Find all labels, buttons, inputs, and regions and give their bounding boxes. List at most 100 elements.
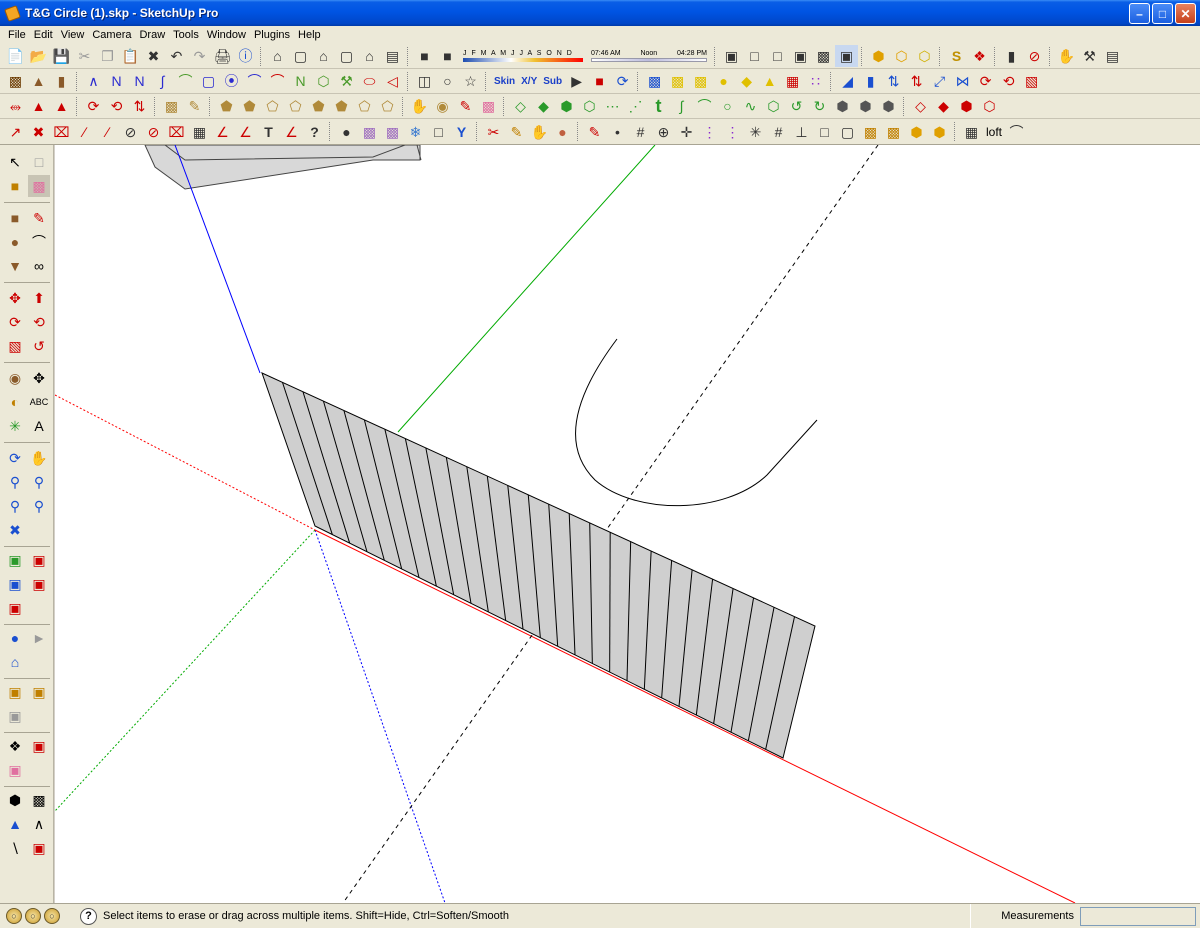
user-icon[interactable]: ○ — [44, 908, 60, 924]
ellipse-red-icon[interactable]: ⬭ — [358, 70, 381, 92]
grid-x-icon[interactable]: ⌧ — [165, 121, 188, 143]
menu-draw[interactable]: Draw — [135, 29, 169, 41]
google-earth-icon[interactable]: ● — [4, 627, 26, 649]
blocks-icon[interactable]: ▩ — [358, 121, 381, 143]
toggle-terrain-icon[interactable]: ▣ — [4, 573, 26, 595]
rotate-icon[interactable]: ⟳ — [4, 311, 26, 333]
dynamic-component-icon[interactable]: ▣ — [4, 681, 26, 703]
rotate-red-2-icon[interactable]: ⟲ — [997, 70, 1020, 92]
shape-icon[interactable]: ◢ — [836, 70, 859, 92]
section-plane-icon[interactable]: ▣ — [28, 735, 50, 757]
wrench-icon[interactable]: ⚒ — [335, 70, 358, 92]
circle-bar-icon[interactable]: ○ — [436, 70, 459, 92]
next-view-icon[interactable]: ⚲ — [28, 495, 50, 517]
add-location-icon[interactable]: ▣ — [4, 549, 26, 571]
geo-location-icon[interactable]: ○ — [6, 908, 22, 924]
warehouse-icon[interactable]: ⌂ — [4, 651, 26, 673]
cube-gray-2-icon[interactable]: ⬢ — [854, 95, 877, 117]
paint-tool-icon[interactable]: ✎ — [454, 95, 477, 117]
arc-icon[interactable]: ⌒ — [28, 231, 50, 253]
circle-green-icon[interactable]: ○ — [716, 95, 739, 117]
box-x-tool-icon[interactable]: ⌧ — [50, 121, 73, 143]
diamond-red-icon[interactable]: ◇ — [909, 95, 932, 117]
asterisk-icon[interactable]: ✳ — [744, 121, 767, 143]
diamond-red-2-icon[interactable]: ◆ — [932, 95, 955, 117]
film-icon[interactable]: ▩ — [643, 70, 666, 92]
shadow-settings-icon[interactable]: ■ — [413, 45, 436, 67]
snowflake-icon[interactable]: ❄ — [404, 121, 427, 143]
stop-icon[interactable]: ■ — [588, 70, 611, 92]
y-tool-icon[interactable]: Y — [450, 121, 473, 143]
cube-gray-icon[interactable]: ⬢ — [831, 95, 854, 117]
box-orange-icon[interactable]: ▩ — [859, 121, 882, 143]
skin-tool-label[interactable]: Skin — [491, 76, 518, 87]
s-arrow-green-icon[interactable]: ↺ — [785, 95, 808, 117]
bowtie-icon[interactable]: ⋈ — [951, 70, 974, 92]
diamond-green-2-icon[interactable]: ◆ — [532, 95, 555, 117]
position-camera-icon[interactable]: ► — [28, 627, 50, 649]
dot-icon[interactable]: • — [606, 121, 629, 143]
cubes-red-icon[interactable]: ⬡ — [978, 95, 1001, 117]
wave-green-icon[interactable]: ∿ — [739, 95, 762, 117]
curve-green-icon[interactable]: N — [289, 70, 312, 92]
plus-line-icon[interactable]: ⊕ — [652, 121, 675, 143]
zoom-extents-icon[interactable]: ✖ — [4, 519, 26, 541]
grid-small-icon[interactable]: ▦ — [960, 121, 983, 143]
book-icon[interactable]: ▩ — [4, 70, 27, 92]
loft-tool-label[interactable]: loft — [983, 125, 1005, 139]
z-axis-tool-icon[interactable]: ↗ — [4, 121, 27, 143]
top-view-icon[interactable]: ▢ — [289, 45, 312, 67]
component-box-partial[interactable] — [144, 145, 422, 190]
pencil-pink-icon[interactable]: ✎ — [583, 121, 606, 143]
hand-tool-icon[interactable]: ✋ — [408, 95, 431, 117]
model-info-icon[interactable]: ⓘ — [234, 45, 257, 67]
rotate-tool-2-icon[interactable]: ⟲ — [105, 95, 128, 117]
iso-view-icon[interactable]: ⌂ — [266, 45, 289, 67]
dimension-plugin-icon[interactable]: ▮ — [1000, 45, 1023, 67]
diamond-yellow-icon[interactable]: ◆ — [735, 70, 758, 92]
shape-1-icon[interactable]: ⬟ — [215, 95, 238, 117]
redo-icon[interactable]: ↷ — [188, 45, 211, 67]
menu-window[interactable]: Window — [203, 29, 250, 41]
paint-bucket-icon[interactable]: ■ — [4, 175, 26, 197]
shape-8-icon[interactable]: ⬠ — [376, 95, 399, 117]
panel-face[interactable] — [261, 372, 816, 759]
select-icon[interactable]: ↖ — [4, 151, 26, 173]
star-icon[interactable]: ☆ — [459, 70, 482, 92]
t-green-icon[interactable]: t — [647, 95, 670, 117]
dots-icon[interactable]: ∷ — [804, 70, 827, 92]
print-icon[interactable]: 🖨 — [211, 45, 234, 67]
text-icon[interactable]: ABC — [28, 391, 50, 413]
union-icon[interactable]: ⬡ — [890, 45, 913, 67]
line-tool-red-icon[interactable]: ∕ — [73, 121, 96, 143]
refresh-icon[interactable]: ⟳ — [611, 70, 634, 92]
grid-cube-icon[interactable]: ▩ — [28, 789, 50, 811]
line-tool-red-2-icon[interactable]: ∕ — [96, 121, 119, 143]
bar-icon[interactable]: ▮ — [859, 70, 882, 92]
paste-icon[interactable]: 📋 — [119, 45, 142, 67]
cubes-green-icon[interactable]: ⬡ — [578, 95, 601, 117]
xy-tool-label[interactable]: X/Y — [518, 76, 540, 87]
rounded-rect-icon[interactable]: ▢ — [197, 70, 220, 92]
polyline-icon[interactable]: N — [105, 70, 128, 92]
circle-icon[interactable]: ● — [4, 231, 26, 253]
dimension-icon[interactable]: ✥ — [28, 367, 50, 389]
shape-2-icon[interactable]: ⬟ — [238, 95, 261, 117]
shaded-textures-icon[interactable]: ▩ — [812, 45, 835, 67]
arrows-tool-icon[interactable]: ⇅ — [128, 95, 151, 117]
scissors-red-icon[interactable]: ✂ — [482, 121, 505, 143]
share-model-icon[interactable]: ▣ — [4, 597, 26, 619]
orbit-icon[interactable]: ⟳ — [4, 447, 26, 469]
copy-icon[interactable]: ❐ — [96, 45, 119, 67]
open-file-icon[interactable]: 📂 — [27, 45, 50, 67]
ruby-icon[interactable]: ▲ — [27, 70, 50, 92]
arrows-red-icon[interactable]: ⇅ — [905, 70, 928, 92]
film-2-icon[interactable]: ▩ — [666, 70, 689, 92]
zoom-icon[interactable]: ⚲ — [4, 471, 26, 493]
dotted-line-icon[interactable]: ⋯ — [601, 95, 624, 117]
close-button[interactable]: ✕ — [1175, 3, 1196, 24]
menu-edit[interactable]: Edit — [30, 29, 57, 41]
arc-blue-icon[interactable]: ⌒ — [243, 70, 266, 92]
maximize-button[interactable]: □ — [1152, 3, 1173, 24]
triangle-red-icon[interactable]: ◁ — [381, 70, 404, 92]
